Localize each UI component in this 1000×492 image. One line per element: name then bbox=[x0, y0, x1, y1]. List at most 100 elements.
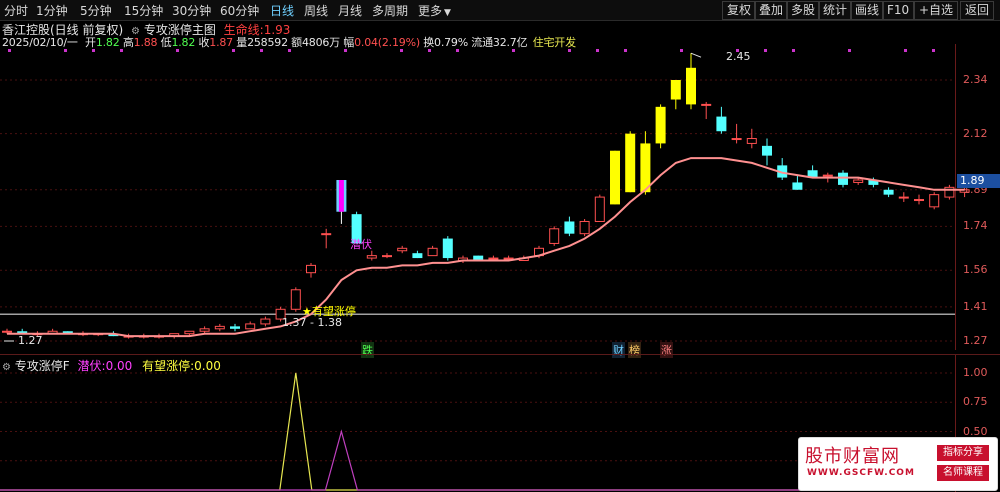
candle-body bbox=[944, 186, 955, 198]
candle-body bbox=[914, 199, 924, 202]
price-tick-label: 1.74 bbox=[963, 219, 988, 233]
signal-dot bbox=[764, 49, 767, 52]
candle-body bbox=[427, 247, 438, 257]
tab-1min[interactable]: 1分钟 bbox=[36, 2, 68, 19]
price-tick-label: 1.56 bbox=[963, 263, 988, 277]
price-tick-label: 2.34 bbox=[963, 73, 988, 86]
draw-line-button[interactable]: 画线 bbox=[850, 1, 885, 20]
current-price-tag: 1.89 bbox=[957, 174, 1000, 188]
candle-body bbox=[853, 179, 864, 183]
candle-body bbox=[306, 264, 316, 274]
overlay-button[interactable]: 叠加 bbox=[754, 1, 789, 20]
tab-multi-period[interactable]: 多周期 bbox=[372, 2, 408, 19]
youwang-signal-label: 有望涨停 bbox=[311, 305, 356, 318]
candle-body bbox=[610, 150, 620, 205]
signal-dot bbox=[288, 49, 291, 52]
lifeline-ma bbox=[7, 157, 965, 338]
signal-dot bbox=[624, 49, 627, 52]
candle-body bbox=[549, 228, 560, 244]
fuquan-button[interactable]: 复权 bbox=[722, 1, 757, 20]
candle-body bbox=[762, 145, 772, 156]
high-annotation: 2.45 bbox=[726, 50, 751, 63]
candle-body bbox=[883, 189, 894, 195]
candle-body bbox=[579, 220, 590, 235]
multi-stock-button[interactable]: 多股 bbox=[786, 1, 821, 20]
tab-more[interactable]: 更多 ▼ bbox=[418, 2, 451, 19]
watermark-brand: 股市财富网 bbox=[805, 446, 900, 467]
signal-dot bbox=[932, 49, 935, 52]
back-button[interactable]: 返回 bbox=[960, 1, 995, 20]
qianfu-signal-label: 潜伏 bbox=[350, 238, 372, 251]
candle-body bbox=[625, 133, 636, 193]
price-tick-label: 1.27 bbox=[963, 334, 988, 347]
watermark-tag-indicators: 指标分享 bbox=[937, 445, 989, 461]
signal-dot bbox=[428, 49, 431, 52]
add-favorite-button[interactable]: +自选 bbox=[914, 1, 959, 20]
candle-body bbox=[792, 182, 803, 190]
signal-dot bbox=[848, 49, 851, 52]
signal-dot bbox=[456, 49, 459, 52]
candle-body bbox=[898, 196, 909, 199]
indicator-tick-label: 0.75 bbox=[963, 395, 988, 409]
candle-body bbox=[655, 106, 666, 144]
candle-body bbox=[290, 289, 301, 310]
signal-dot bbox=[596, 49, 599, 52]
candle-body bbox=[731, 138, 742, 141]
signal-dot bbox=[8, 49, 11, 52]
tab-5min[interactable]: 5分钟 bbox=[80, 2, 112, 19]
watermark-tag-courses: 名师课程 bbox=[937, 465, 989, 481]
candle-body bbox=[2, 330, 12, 333]
tab-60min[interactable]: 60分钟 bbox=[220, 2, 259, 19]
chevron-down-icon: ▼ bbox=[444, 8, 451, 18]
signal-dot bbox=[120, 49, 123, 52]
candle-body bbox=[382, 255, 392, 258]
tab-15min[interactable]: 15分钟 bbox=[124, 2, 163, 19]
candle-body bbox=[838, 172, 848, 185]
candle-body bbox=[199, 328, 210, 332]
candle-body bbox=[594, 196, 605, 222]
signal-dot bbox=[64, 49, 67, 52]
tab-monthly[interactable]: 月线 bbox=[338, 2, 362, 19]
candle-body bbox=[366, 255, 377, 259]
candle-body bbox=[670, 80, 681, 100]
youwang-signal: ★有望涨停 bbox=[302, 303, 356, 319]
candle-body bbox=[442, 238, 453, 259]
tab-daily[interactable]: 日线 bbox=[270, 2, 294, 19]
f10-button[interactable]: F10 bbox=[882, 1, 915, 20]
high-pointer bbox=[690, 52, 702, 58]
candle-body bbox=[260, 318, 271, 325]
price-tick-label: 1.41 bbox=[963, 299, 988, 313]
candle-body bbox=[245, 323, 256, 330]
candle-body bbox=[822, 174, 833, 177]
candle-body bbox=[929, 194, 940, 208]
candle-body bbox=[746, 138, 757, 144]
watermark-url: WWW.GSCFW.COM bbox=[807, 468, 915, 478]
candle-body bbox=[701, 103, 712, 106]
tab-30min[interactable]: 30分钟 bbox=[172, 2, 211, 19]
signal-dot bbox=[568, 49, 571, 52]
signal-dot bbox=[680, 49, 683, 52]
signal-dot bbox=[176, 49, 179, 52]
low-annotation: 1.27 bbox=[18, 334, 43, 347]
candle-body bbox=[184, 330, 195, 335]
signal-dot bbox=[792, 49, 795, 52]
signal-dot bbox=[904, 49, 907, 52]
candle-body bbox=[564, 221, 575, 234]
candle-body bbox=[488, 257, 499, 260]
statistics-button[interactable]: 统计 bbox=[818, 1, 853, 20]
candle-body bbox=[640, 143, 651, 193]
period-toolbar: 分时 1分钟 5分钟 15分钟 30分钟 60分钟 日线 周线 月线 多周期 更… bbox=[0, 0, 1000, 21]
price-tick-label: 2.12 bbox=[963, 126, 988, 140]
signal-candle-body bbox=[338, 180, 344, 212]
signal-dot bbox=[344, 49, 347, 52]
tab-weekly[interactable]: 周线 bbox=[304, 2, 328, 19]
site-watermark: 股市财富网 WWW.GSCFW.COM 指标分享 名师课程 bbox=[798, 437, 998, 491]
candle-body bbox=[397, 247, 408, 252]
candlestick-chart[interactable] bbox=[0, 44, 1000, 350]
signal-dot bbox=[232, 49, 235, 52]
candle-body bbox=[503, 257, 514, 260]
indicator-tick-label: 0.50 bbox=[963, 424, 988, 438]
tab-fenshi[interactable]: 分时 bbox=[4, 2, 28, 19]
signal-dot bbox=[260, 49, 263, 52]
signal-dot bbox=[512, 49, 515, 52]
